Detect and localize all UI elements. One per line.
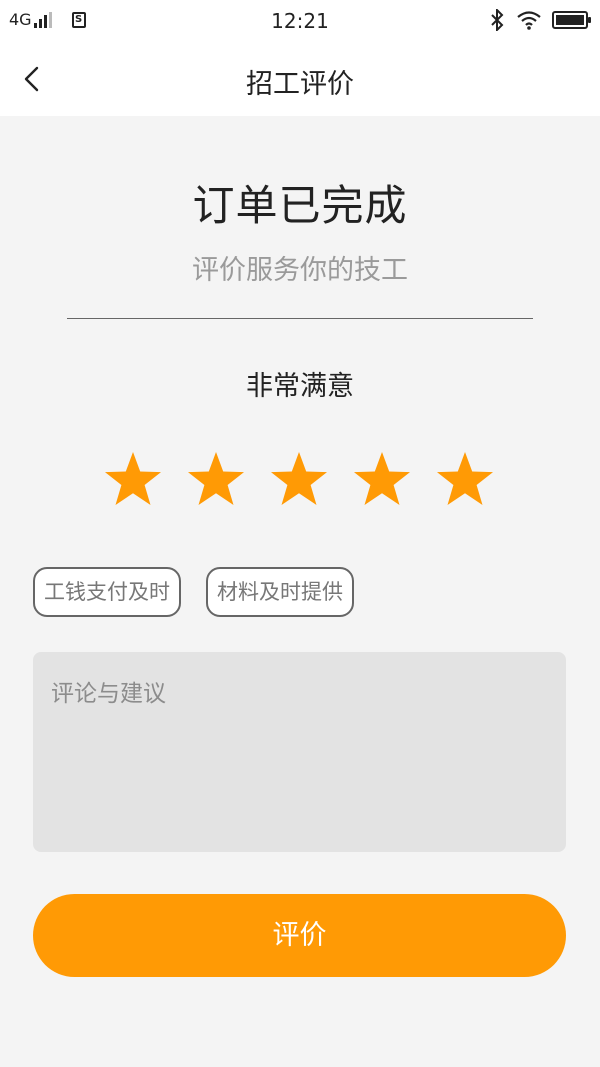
star-icon [354, 452, 410, 505]
divider [67, 318, 533, 319]
rating-label: 非常满意 [246, 371, 354, 402]
wifi-icon [517, 11, 541, 30]
star-4[interactable] [352, 451, 412, 509]
star-5[interactable] [435, 451, 495, 509]
comment-input[interactable] [33, 652, 566, 852]
page-title: 招工评价 [246, 69, 354, 100]
tag-chip[interactable]: 工钱支付及时 [33, 567, 181, 617]
order-status-subtitle: 评价服务你的技工 [192, 255, 408, 286]
star-icon [188, 452, 244, 505]
tag-list: 工钱支付及时 材料及时提供 [33, 567, 379, 617]
star-3[interactable] [269, 451, 329, 509]
status-right [490, 9, 591, 31]
order-status-title: 订单已完成 [192, 181, 408, 230]
comment-box [33, 652, 566, 852]
bluetooth-icon [491, 9, 504, 31]
tag-chip[interactable]: 材料及时提供 [206, 567, 354, 617]
status-bar: 4G S 12:21 [0, 0, 600, 42]
star-icon [437, 452, 493, 505]
star-icon [271, 452, 327, 505]
submit-button[interactable]: 评价 [33, 894, 566, 977]
star-1[interactable] [103, 451, 163, 509]
star-2[interactable] [186, 451, 246, 509]
star-icon [105, 452, 161, 505]
star-rating [103, 451, 495, 509]
battery-icon [552, 11, 591, 29]
nav-bar: 招工评价 [0, 42, 600, 116]
